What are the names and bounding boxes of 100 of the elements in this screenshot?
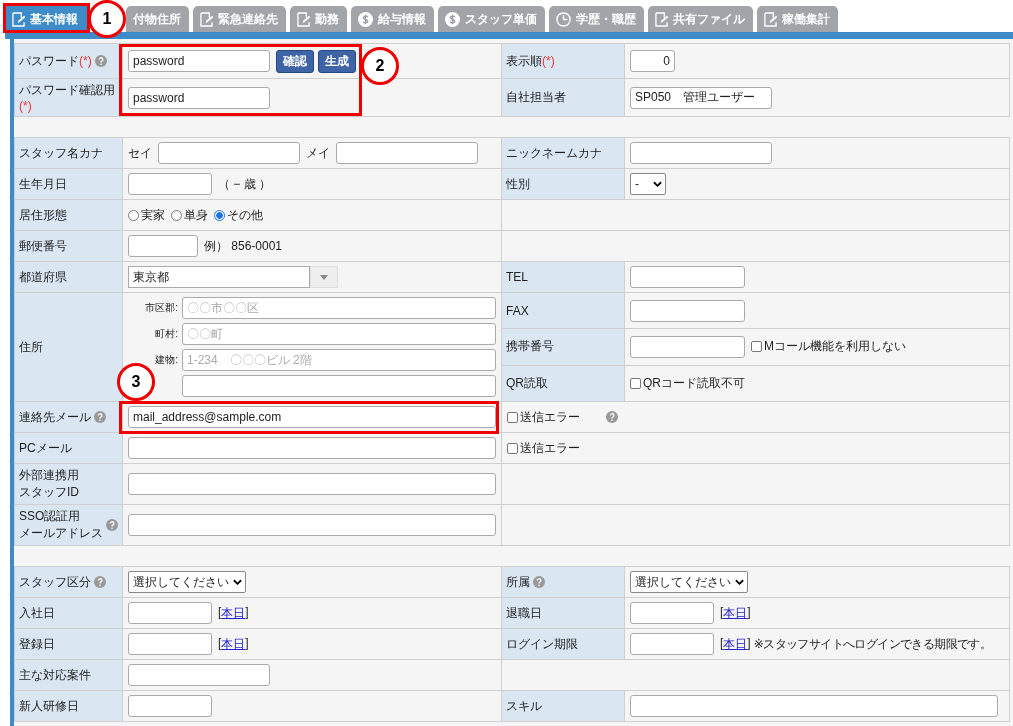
- bracket: ]: [245, 635, 249, 652]
- text-field[interactable]: [128, 473, 496, 495]
- checkbox-label: 送信エラー: [520, 439, 580, 457]
- field-label: PCメール: [19, 439, 72, 457]
- radio-label: その他: [227, 206, 263, 224]
- edit-icon: [764, 11, 777, 27]
- field-label: スキル: [506, 697, 542, 715]
- text-field[interactable]: 0: [630, 50, 675, 72]
- checkbox-label: QRコード読取不可: [643, 374, 745, 392]
- text-field[interactable]: [630, 336, 745, 358]
- field-label: SSO認証用 メールアドレス: [19, 508, 103, 542]
- bracket: ]: [747, 635, 751, 652]
- text-field[interactable]: [630, 602, 714, 624]
- field-note: （ − 歳 ）: [218, 175, 271, 193]
- text-field[interactable]: [128, 664, 270, 686]
- bracket: [: [720, 604, 724, 621]
- clock-icon: [556, 11, 571, 27]
- text-field[interactable]: [630, 299, 745, 322]
- text-field[interactable]: [158, 142, 300, 164]
- text-field[interactable]: [128, 173, 212, 195]
- dollar-icon: [358, 11, 373, 27]
- text-field[interactable]: [336, 142, 478, 164]
- bracket: [: [218, 635, 222, 652]
- checkbox[interactable]: [507, 442, 518, 454]
- chevron-icon: [653, 180, 662, 188]
- field-label: 外部連携用 スタッフID: [19, 467, 79, 501]
- chevron-icon: [233, 578, 242, 586]
- address-sublabel: 町村:: [155, 328, 178, 339]
- text-field[interactable]: [630, 142, 772, 164]
- today-link[interactable]: 本日: [723, 604, 748, 622]
- caret-icon: [320, 274, 328, 280]
- bracket: ]: [747, 604, 751, 621]
- today-link[interactable]: 本日: [221, 635, 246, 653]
- edit-icon: [297, 11, 310, 27]
- field-label: スタッフ区分: [19, 573, 91, 591]
- checkbox[interactable]: [507, 411, 518, 423]
- text-field[interactable]: SP050 管理ユーザー: [630, 86, 772, 109]
- dropdown-button[interactable]: [310, 266, 338, 288]
- field-label: 登録日: [19, 635, 55, 653]
- field-label: 携帯番号: [506, 338, 554, 356]
- text-field[interactable]: [630, 266, 745, 288]
- field-note: セイ: [128, 144, 152, 162]
- text-field[interactable]: [128, 602, 212, 624]
- field-label: 新人研修日: [19, 697, 79, 715]
- text-field[interactable]: [128, 695, 212, 717]
- today-link[interactable]: 本日: [221, 604, 246, 622]
- checkbox[interactable]: [630, 377, 641, 389]
- step-number: 1: [88, 0, 126, 38]
- select-field[interactable]: 選択してください: [128, 571, 246, 593]
- text-field[interactable]: password: [128, 86, 270, 109]
- field-label: 居住形態: [19, 206, 67, 224]
- field-label: 住所: [19, 338, 43, 356]
- text-field[interactable]: [182, 375, 496, 397]
- edit-icon: [655, 11, 668, 27]
- text-field[interactable]: [630, 633, 714, 655]
- field-label: 所属: [506, 573, 530, 591]
- text-field[interactable]: 東京都: [128, 266, 310, 288]
- field-label: パスワード(*): [19, 52, 92, 70]
- address-sublabel: 建物:: [155, 354, 178, 365]
- text-field[interactable]: [128, 633, 212, 655]
- field-note: ※スタッフサイトへログインできる期限です。: [753, 635, 992, 653]
- select-field[interactable]: 選択してください: [630, 571, 748, 593]
- today-link[interactable]: 本日: [723, 635, 748, 653]
- field-label: 主な対応案件: [19, 666, 91, 684]
- field-label: 入社日: [19, 604, 55, 622]
- field-label: パスワード確認用 (*): [19, 82, 116, 113]
- edit-icon: [12, 11, 25, 27]
- action-button[interactable]: 確認: [276, 49, 314, 73]
- action-button[interactable]: 生成: [318, 49, 356, 73]
- field-label: 連絡先メール: [19, 408, 91, 426]
- checkbox-label: 送信エラー: [520, 408, 580, 426]
- dollar-icon: [445, 11, 460, 27]
- text-field[interactable]: [630, 695, 998, 717]
- radio-label: 単身: [184, 206, 208, 224]
- text-field[interactable]: [128, 514, 496, 536]
- checkbox[interactable]: [751, 341, 762, 353]
- field-label: スタッフ名カナ: [19, 144, 103, 162]
- field-label: 表示順(*): [506, 52, 555, 70]
- address-sublabel: 市区郡:: [145, 302, 178, 313]
- radio-label: 実家: [141, 206, 165, 224]
- field-label: ニックネームカナ: [506, 144, 602, 162]
- radio-button[interactable]: [128, 209, 139, 221]
- field-label: 自社担当者: [506, 89, 566, 106]
- text-field[interactable]: mail_address@sample.com: [128, 406, 496, 428]
- field-label: 郵便番号: [19, 237, 67, 255]
- select-field[interactable]: -: [630, 173, 666, 195]
- text-field[interactable]: [128, 235, 198, 257]
- edit-icon: [200, 11, 213, 27]
- field-label: 生年月日: [19, 175, 67, 193]
- field-label: 都道府県: [19, 268, 67, 286]
- field-label: ログイン期限: [506, 635, 578, 653]
- radio-button[interactable]: [214, 209, 225, 221]
- bracket: [: [720, 635, 724, 652]
- radio-button[interactable]: [171, 209, 182, 221]
- text-field[interactable]: password: [128, 50, 270, 72]
- field-label: TEL: [506, 270, 528, 284]
- bracket: [: [218, 604, 222, 621]
- text-field[interactable]: [128, 437, 496, 459]
- field-note: メイ: [306, 144, 330, 162]
- field-note: 例） 856-0001: [204, 237, 283, 255]
